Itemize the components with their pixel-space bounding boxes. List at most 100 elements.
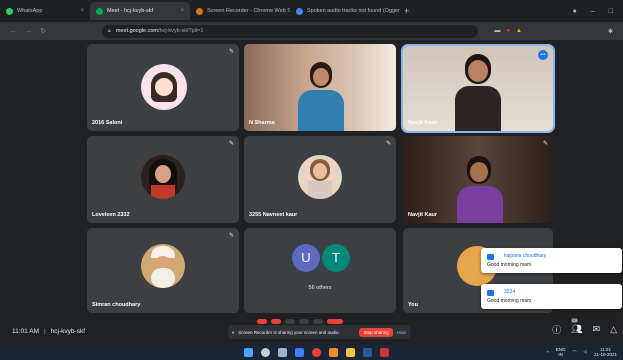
tray-chevron-icon[interactable]: ^: [547, 350, 549, 355]
tray-lang[interactable]: ENG IN: [556, 347, 566, 357]
browser-tab[interactable]: WhatsApp ×: [0, 2, 90, 20]
separator: |: [43, 327, 46, 335]
stop-sharing-button[interactable]: Stop sharing: [359, 327, 393, 337]
meeting-control-bar: 11:01 AM | hcj-kvyb-skf ⏸ Screen Recorder …: [0, 317, 623, 345]
participant-name: 3255 Navneet kaur: [249, 212, 298, 218]
meeting-code: hcj-kvyb-skf: [50, 327, 85, 335]
tab-favicon-icon: [196, 7, 203, 15]
tray-clock[interactable]: 11:01 21-10-2021: [594, 347, 617, 357]
others-count: 56 others: [308, 285, 332, 291]
reload-icon[interactable]: ↻: [40, 27, 46, 35]
chat-sender: kalpana choudhary: [504, 253, 547, 259]
participant-name: Navjit Kaur: [408, 120, 438, 126]
chat-icon[interactable]: ✉: [593, 324, 601, 335]
mic-off-icon: ✎: [385, 141, 391, 147]
raise-hand-button[interactable]: [299, 319, 309, 324]
participant-tile[interactable]: ✎ 2016 Saloni: [87, 44, 239, 131]
participant-tile[interactable]: ✎ 3255 Navneet kaur: [244, 136, 396, 223]
tab-title: Screen Recorder - Chrome Web Store: [207, 8, 290, 14]
chat-notification[interactable]: kalpana choudhary Good morning mam: [481, 248, 622, 273]
chat-message: Good morning mam: [487, 298, 532, 304]
chrome-icon[interactable]: [312, 348, 321, 357]
participant-tile[interactable]: N Sharma: [244, 44, 396, 131]
chat-message: Good morning mam: [487, 262, 532, 268]
tab-favicon-icon: [296, 7, 303, 15]
extension-icon[interactable]: ▲: [516, 28, 522, 35]
minimize-icon[interactable]: –: [591, 8, 595, 15]
chat-notification[interactable]: 3224 Good morning mam: [481, 284, 622, 309]
tray-region: IN: [558, 352, 563, 357]
tab-title: Spoken audio tracks not found (Ogger): [307, 8, 400, 14]
meeting-info: 11:01 AM | hcj-kvyb-skf: [12, 328, 85, 335]
tab-favicon-icon: [96, 7, 103, 15]
participant-figure: [294, 62, 348, 131]
tab-close-icon[interactable]: ×: [180, 8, 184, 14]
tray-date: 21-10-2021: [593, 352, 617, 357]
participant-name: Simran choudhary: [92, 302, 141, 308]
activities-icon[interactable]: △: [610, 324, 617, 335]
file-explorer-icon[interactable]: [295, 348, 304, 357]
maximize-icon[interactable]: □: [609, 8, 613, 15]
url-input[interactable]: 🔒︎ meet.google.com/hcj-kvyb-skf?pli=1: [101, 24, 479, 38]
pause-icon: ⏸: [232, 329, 235, 335]
tab-close-icon[interactable]: ×: [80, 8, 84, 14]
new-tab-button[interactable]: +: [404, 6, 409, 16]
participant-name: You: [408, 302, 418, 308]
participant-tile-others[interactable]: U T 56 others: [244, 228, 396, 313]
store-icon[interactable]: [329, 348, 338, 357]
browser-tab-bar: WhatsApp × Meet - hcj-kvyb-skf × Screen Reco…: [0, 0, 623, 22]
volume-icon[interactable]: ◁: [584, 349, 587, 355]
more-options-button[interactable]: [313, 319, 323, 324]
lock-icon: 🔒︎: [107, 27, 111, 34]
extensions: ▬ ● ▲ ✱: [494, 28, 613, 35]
mic-button[interactable]: [257, 319, 267, 324]
people-icon: 👥︎: [571, 324, 583, 334]
browser-tab[interactable]: Screen Recorder - Chrome Web Store×: [190, 2, 290, 20]
browser-tab[interactable]: Spoken audio tracks not found (Ogger)×: [290, 2, 400, 20]
camera-indicator-icon[interactable]: ▬: [494, 28, 500, 35]
tab-title: WhatsApp: [17, 8, 43, 14]
start-icon[interactable]: [244, 348, 253, 357]
search-icon[interactable]: [261, 348, 270, 357]
speaking-indicator-icon: •••: [538, 50, 548, 60]
people-count: 69: [571, 318, 579, 323]
wifi-icon[interactable]: ◠: [573, 349, 577, 355]
participant-tile[interactable]: ✎ Loveleen 2332: [87, 136, 239, 223]
task-view-icon[interactable]: [278, 348, 287, 357]
puzzle-icon[interactable]: ✱: [608, 28, 613, 35]
participant-tile[interactable]: ✎ Navjit Kaur: [403, 136, 553, 223]
taskbar-apps: [244, 348, 389, 357]
chat-icon: [487, 254, 494, 260]
leave-call-button[interactable]: [327, 319, 343, 324]
camera-button[interactable]: [271, 319, 281, 324]
participant-avatar: [298, 155, 342, 199]
url-path: /hcj-kvyb-skf?pli=1: [158, 28, 204, 34]
word-icon[interactable]: [363, 348, 372, 357]
tab-favicon-icon: [6, 7, 13, 15]
back-icon[interactable]: ←: [10, 28, 17, 35]
meeting-time: 11:01 AM: [12, 327, 39, 335]
others-avatar: T: [322, 244, 350, 272]
browser-tab[interactable]: Meet - hcj-kvyb-skf ×: [90, 2, 190, 20]
meeting-grid: ✎ 2016 Saloni N Sharma ••• Navjit Kaur ✎…: [0, 40, 623, 317]
info-icon[interactable]: ⓘ: [552, 323, 561, 336]
address-bar: ← → ↻ 🔒︎ meet.google.com/hcj-kvyb-skf?pl…: [0, 22, 623, 40]
participant-name: Navjit Kaur: [408, 212, 438, 218]
recording-indicator-icon[interactable]: ●: [506, 28, 510, 35]
system-tray: ^ ENG IN ◠ ◁ 11:01 21-10-2021: [547, 347, 617, 357]
profile-icon[interactable]: ●: [573, 8, 577, 15]
participant-tile[interactable]: ✎ Simran choudhary: [87, 228, 239, 313]
chat-icon: [487, 290, 494, 296]
participant-tile-active[interactable]: ••• Navjit Kaur: [401, 44, 555, 133]
people-button[interactable]: 69 👥︎: [571, 318, 583, 335]
share-text: Screen Recorder is sharing your screen a…: [238, 329, 340, 335]
folder-icon[interactable]: [346, 348, 355, 357]
forward-icon[interactable]: →: [25, 28, 32, 35]
app-icon[interactable]: [380, 348, 389, 357]
participant-figure: [455, 156, 505, 223]
participant-avatar: [141, 155, 185, 199]
present-button[interactable]: [285, 319, 295, 324]
window-controls: ● – □: [573, 8, 623, 15]
hide-banner-button[interactable]: Hide: [397, 330, 406, 335]
tab-title: Meet - hcj-kvyb-skf: [107, 8, 154, 14]
